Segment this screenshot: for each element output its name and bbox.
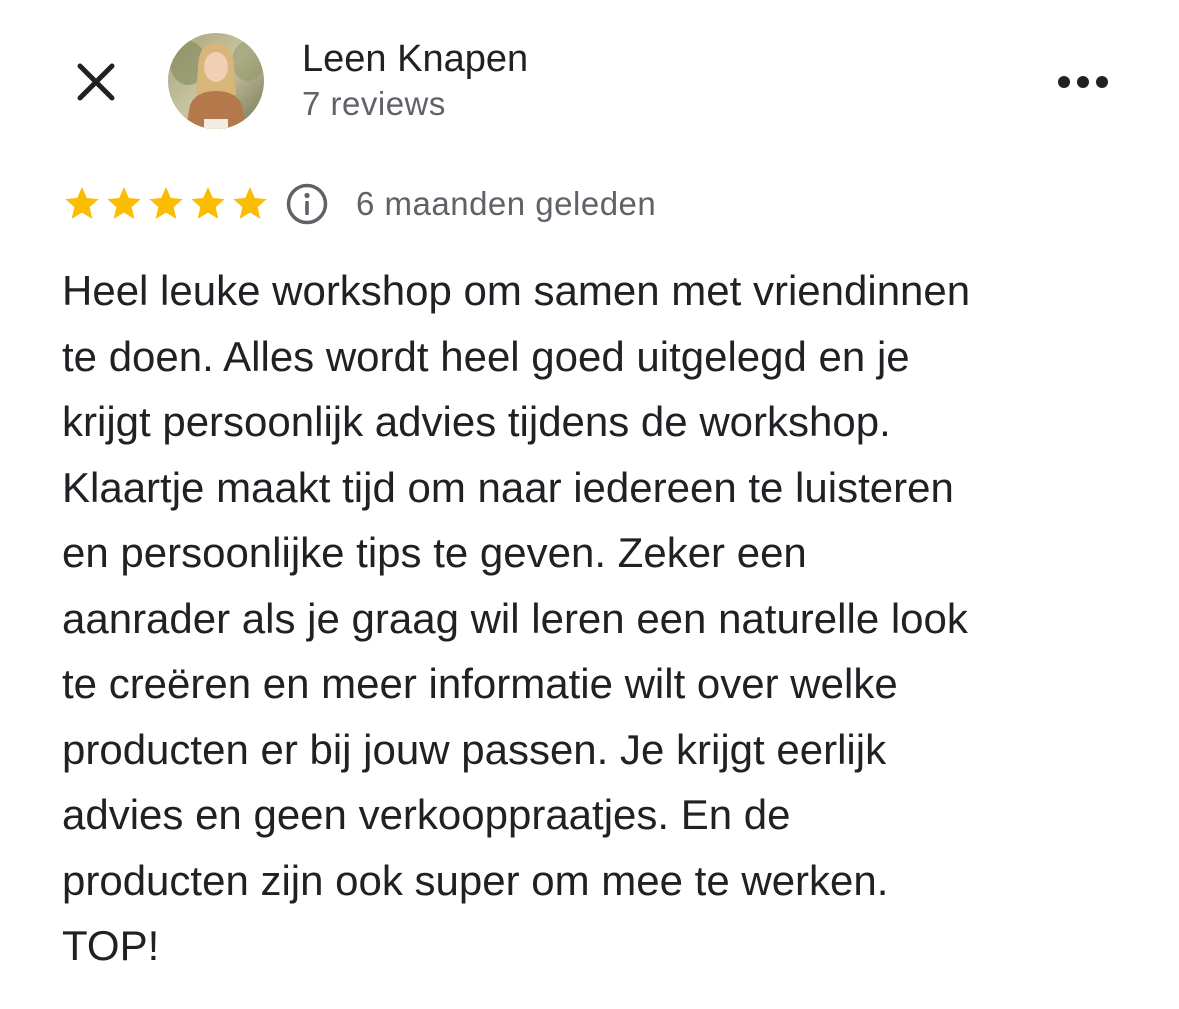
star-icon xyxy=(65,187,99,219)
info-button[interactable] xyxy=(284,181,330,227)
star-icon xyxy=(107,187,141,219)
review-time: 6 maanden geleden xyxy=(356,185,657,222)
review-text: Heel leuke workshop om samen met vriendi… xyxy=(62,267,971,969)
close-icon xyxy=(77,63,115,101)
reviewer-name[interactable]: Leen Knapen xyxy=(302,36,528,82)
avatar-photo xyxy=(168,33,264,129)
star-rating xyxy=(62,184,270,224)
reviewer-info: Leen Knapen 7 reviews xyxy=(302,36,528,126)
more-options-button[interactable] xyxy=(1050,60,1116,104)
star-icon xyxy=(149,187,183,219)
star-icon xyxy=(233,187,267,219)
star-icon xyxy=(191,187,225,219)
info-icon xyxy=(286,183,328,225)
review-header: Leen Knapen 7 reviews xyxy=(0,0,1179,160)
review-meta: 6 maanden geleden xyxy=(62,178,656,230)
review-count: 7 reviews xyxy=(302,85,446,122)
more-horizontal-icon xyxy=(1058,76,1108,88)
close-button[interactable] xyxy=(66,52,126,112)
avatar[interactable] xyxy=(168,33,264,129)
